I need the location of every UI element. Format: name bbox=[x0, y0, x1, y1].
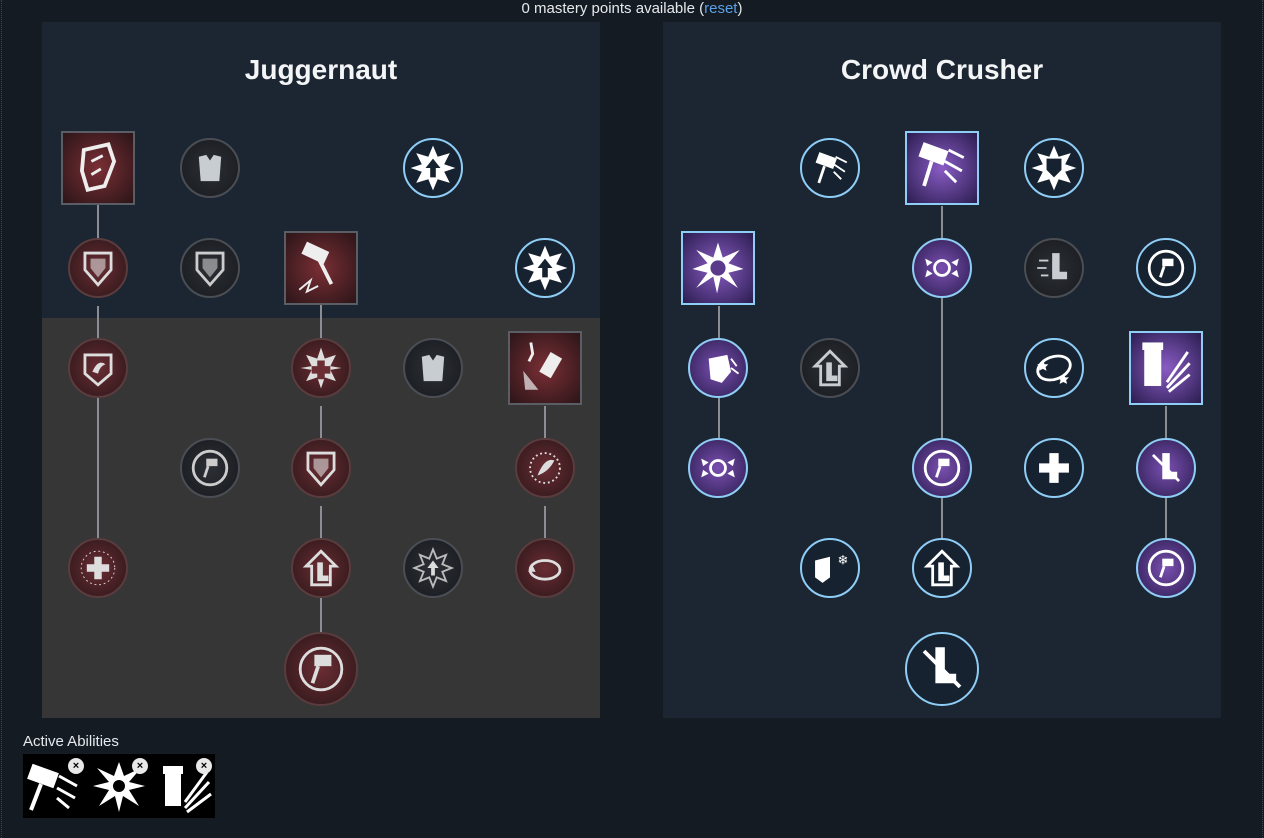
hammer-cooldown-icon bbox=[298, 646, 344, 692]
skill-node-boot[interactable] bbox=[291, 538, 351, 598]
burst-arrow-up-icon bbox=[410, 145, 456, 191]
frame-edge-left bbox=[1, 0, 2, 838]
skill-node-burst-up[interactable] bbox=[403, 538, 463, 598]
remove-ability-button[interactable]: × bbox=[196, 758, 212, 774]
stun-stars-icon bbox=[1036, 354, 1072, 384]
skill-node-no-boot[interactable] bbox=[1136, 438, 1196, 498]
skill-node-hammer-cooldown-cc[interactable] bbox=[1136, 238, 1196, 298]
skill-node-grab[interactable] bbox=[688, 338, 748, 398]
skill-node-shield-down[interactable] bbox=[68, 238, 128, 298]
skill-node-chain-hammer[interactable] bbox=[508, 331, 582, 405]
skill-node-boot-up[interactable] bbox=[800, 338, 860, 398]
spin-arrow-icon bbox=[528, 559, 562, 581]
skill-node-swirl[interactable] bbox=[68, 338, 128, 398]
dash-boot-icon bbox=[1037, 253, 1068, 280]
reset-link[interactable]: reset bbox=[704, 0, 737, 17]
medical-cross-icon bbox=[1039, 453, 1069, 483]
skill-node-empower[interactable] bbox=[403, 138, 463, 198]
skill-node-hammer-charge-main[interactable] bbox=[905, 131, 979, 205]
skill-node-ground-slam[interactable] bbox=[284, 231, 358, 305]
skill-node-frost-shield[interactable]: ❄ bbox=[800, 538, 860, 598]
burst-arrow-up-icon bbox=[522, 245, 568, 291]
scatter-arrows-icon bbox=[925, 258, 959, 278]
skill-node-shield-down-2[interactable] bbox=[180, 238, 240, 298]
radiant-leaf-icon bbox=[529, 452, 561, 484]
status-suffix: ) bbox=[737, 0, 743, 17]
crowd-crusher-tree: Crowd Crusher ❄ bbox=[663, 22, 1221, 718]
skill-node-hammer-cooldown-2[interactable] bbox=[912, 438, 972, 498]
skill-node-medic[interactable] bbox=[291, 338, 351, 398]
skill-node-shield-3[interactable] bbox=[291, 438, 351, 498]
skill-node-fortify[interactable] bbox=[61, 131, 135, 205]
juggernaut-tree: Juggernaut bbox=[42, 22, 600, 718]
hammer-slam-icon bbox=[1142, 342, 1191, 393]
chest-armor-icon bbox=[421, 354, 445, 382]
hammer-cooldown-icon bbox=[191, 449, 229, 487]
active-abilities-bar: × × × bbox=[23, 754, 215, 818]
hammer-cooldown-icon bbox=[1147, 249, 1185, 287]
mastery-points-status: 0 mastery points available (reset) bbox=[0, 0, 1264, 17]
boot-arrow-icon bbox=[302, 549, 340, 587]
burst-arrow-up-icon bbox=[411, 546, 455, 590]
chain-hammer-icon bbox=[523, 342, 563, 390]
medical-cross-icon bbox=[80, 550, 116, 586]
skill-node-chest-armor[interactable] bbox=[403, 338, 463, 398]
skill-node-spin[interactable] bbox=[515, 538, 575, 598]
swirl-shield-icon bbox=[83, 353, 113, 387]
shield-arrow-down-icon bbox=[83, 251, 113, 287]
no-boot-icon bbox=[922, 647, 962, 689]
grab-hand-icon bbox=[708, 354, 740, 383]
boot-arrow-icon bbox=[811, 349, 849, 387]
shield-arrow-down-icon bbox=[195, 251, 225, 287]
skill-node-hammer-cooldown[interactable] bbox=[180, 438, 240, 498]
cross-burst-icon bbox=[300, 347, 342, 389]
skill-node-crowd-scatter[interactable] bbox=[912, 238, 972, 298]
skill-node-dash-boot[interactable] bbox=[1024, 238, 1084, 298]
mastery-points-text: 0 mastery points available ( bbox=[521, 0, 705, 17]
skill-node-heal[interactable] bbox=[68, 538, 128, 598]
active-ability-slot[interactable]: × bbox=[87, 754, 151, 818]
split-shield-icon bbox=[80, 142, 117, 192]
hammer-cooldown-icon bbox=[1147, 549, 1185, 587]
chest-armor-icon bbox=[198, 154, 222, 182]
hammer-cooldown-icon bbox=[923, 449, 961, 487]
svg-text:❄: ❄ bbox=[837, 553, 848, 568]
burst-shield-icon bbox=[1031, 145, 1077, 191]
remove-ability-button[interactable]: × bbox=[132, 758, 148, 774]
skill-node-burst-shield[interactable] bbox=[1024, 138, 1084, 198]
active-ability-slot[interactable]: × bbox=[151, 754, 215, 818]
active-abilities-label: Active Abilities bbox=[23, 733, 119, 750]
skill-node-hammer-charge[interactable] bbox=[800, 138, 860, 198]
no-boot-icon bbox=[1151, 453, 1181, 483]
hammer-charge-icon bbox=[815, 152, 848, 184]
skill-node-hammer-slam[interactable] bbox=[1129, 331, 1203, 405]
remove-ability-button[interactable]: × bbox=[68, 758, 84, 774]
skill-node-stun-orbit[interactable] bbox=[1024, 338, 1084, 398]
scatter-arrows-icon bbox=[701, 458, 735, 478]
frost-shield-icon: ❄ bbox=[815, 553, 848, 583]
skill-node-armor[interactable] bbox=[180, 138, 240, 198]
skill-node-ultimate-cc[interactable] bbox=[905, 632, 979, 706]
skill-node-shockwave[interactable] bbox=[681, 231, 755, 305]
skill-node-crowd-scatter-2[interactable] bbox=[688, 438, 748, 498]
frame-edge-right bbox=[1262, 0, 1263, 838]
shockwave-burst-icon bbox=[692, 242, 744, 294]
active-ability-slot[interactable]: × bbox=[23, 754, 87, 818]
skill-node-heal-cross[interactable] bbox=[1024, 438, 1084, 498]
shield-icon bbox=[306, 451, 336, 487]
boot-arrow-icon bbox=[923, 549, 961, 587]
skill-node-empower-2[interactable] bbox=[515, 238, 575, 298]
hammer-impact-icon bbox=[298, 241, 334, 294]
skill-node-boot-up-2[interactable] bbox=[912, 538, 972, 598]
skill-node-radiant[interactable] bbox=[515, 438, 575, 498]
skill-node-ultimate[interactable] bbox=[284, 632, 358, 706]
skill-node-hammer-cooldown-3[interactable] bbox=[1136, 538, 1196, 598]
hammer-charge-icon bbox=[918, 142, 965, 187]
